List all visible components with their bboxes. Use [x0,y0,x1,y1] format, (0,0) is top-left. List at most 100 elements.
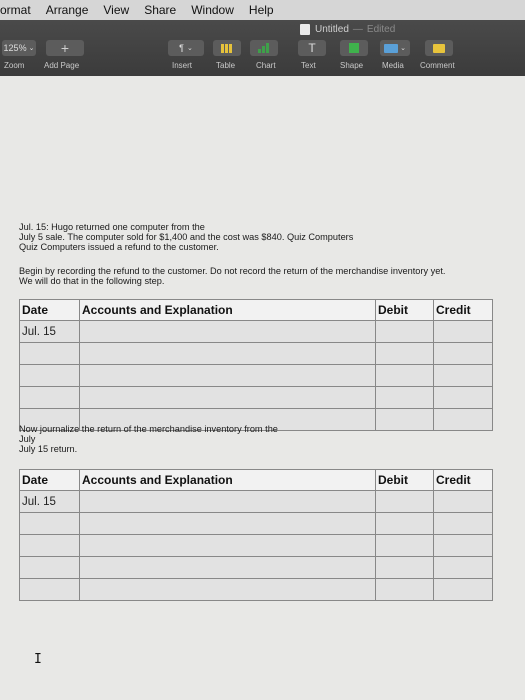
header-credit: Credit [433,299,493,321]
account-cell[interactable] [79,512,376,535]
header-date: Date [19,469,80,491]
instruction-line-1: Begin by recording the refund to the cus… [19,266,446,276]
credit-cell[interactable] [433,408,493,431]
comment-button[interactable] [425,40,453,56]
credit-cell[interactable] [433,512,493,535]
debit-cell[interactable] [375,342,434,365]
menu-view[interactable]: View [103,3,129,17]
debit-cell[interactable] [375,408,434,431]
document-title: Untitled [315,24,349,35]
account-cell[interactable] [79,320,376,343]
debit-cell[interactable] [375,578,434,601]
credit-cell[interactable] [433,364,493,387]
debit-cell[interactable] [375,320,434,343]
chart-icon [258,43,270,53]
chevron-down-icon: ⌄ [186,45,193,52]
date-cell[interactable]: Jul. 15 [19,320,80,343]
debit-cell[interactable] [375,512,434,535]
credit-cell[interactable] [433,490,493,513]
intro-line-1: Jul. 15: Hugo returned one computer from… [19,222,205,232]
menu-format[interactable]: ormat [0,3,31,17]
credit-cell[interactable] [433,534,493,557]
media-icon [384,43,399,53]
credit-cell[interactable] [433,386,493,409]
table-row [19,342,493,365]
text-button[interactable]: T [298,40,326,56]
date-cell[interactable] [19,342,80,365]
shape-button[interactable] [340,40,368,56]
debit-cell[interactable] [375,534,434,557]
text-label: Text [301,61,316,70]
instruction-text: Begin by recording the refund to the cus… [19,266,499,286]
debit-cell[interactable] [375,386,434,409]
journal-table-refund: Date Accounts and Explanation Debit Cred… [19,299,493,431]
header-date: Date [19,299,80,321]
credit-cell[interactable] [433,578,493,601]
header-credit: Credit [433,469,493,491]
app-toolbar: Untitled — Edited 125% ⌄ Zoom + Add Page… [0,20,525,76]
chart-label: Chart [256,61,276,70]
header-debit: Debit [375,299,434,321]
account-cell[interactable] [79,364,376,387]
pilcrow-icon: ¶ [179,43,184,53]
table-row: Jul. 15 [19,320,493,343]
date-cell[interactable] [19,556,80,579]
instruction-line-2: We will do that in the following step. [19,276,165,286]
step-2-instruction: Now journalize the return of the merchan… [19,424,319,454]
step2-line-2: July [19,434,36,444]
title-separator: — [352,24,363,35]
date-cell[interactable] [19,512,80,535]
shape-label: Shape [340,61,364,70]
zoom-value: 125% [3,43,27,53]
window-title: Untitled — Edited [300,24,395,35]
intro-line-3: Quiz Computers issued a refund to the cu… [19,242,219,252]
credit-cell[interactable] [433,342,493,365]
account-cell[interactable] [79,578,376,601]
date-cell[interactable] [19,578,80,601]
comment-icon [433,43,445,53]
document-status: Edited [366,24,396,35]
table-row [19,386,493,409]
table-button[interactable] [213,40,241,56]
table-label: Table [216,61,236,70]
account-cell[interactable] [79,556,376,579]
account-cell[interactable] [79,386,376,409]
menu-share[interactable]: Share [144,3,176,17]
date-cell[interactable]: Jul. 15 [19,490,80,513]
text-icon: T [308,41,316,55]
insert-button[interactable]: ¶ ⌄ [168,40,204,56]
insert-label: Insert [172,61,193,70]
credit-cell[interactable] [433,556,493,579]
zoom-dropdown[interactable]: 125% ⌄ [2,40,36,56]
account-cell[interactable] [79,342,376,365]
date-cell[interactable] [19,534,80,557]
debit-cell[interactable] [375,364,434,387]
text-cursor-icon: I [34,652,42,667]
chevron-down-icon: ⌄ [400,45,406,52]
table-row [19,556,493,579]
menu-window[interactable]: Window [191,3,234,17]
step2-line-3: July 15 return. [19,444,78,454]
zoom-label: Zoom [4,61,25,70]
credit-cell[interactable] [433,320,493,343]
date-cell[interactable] [19,364,80,387]
table-row [19,512,493,535]
debit-cell[interactable] [375,556,434,579]
table-row: Jul. 15 [19,490,493,513]
document-icon [300,24,310,35]
table-row [19,578,493,601]
add-page-button[interactable]: + [46,40,84,56]
date-cell[interactable] [19,386,80,409]
chart-button[interactable] [250,40,278,56]
intro-line-2: July 5 sale. The computer sold for $1,40… [19,232,354,242]
media-label: Media [382,61,404,70]
menu-help[interactable]: Help [249,3,274,17]
media-button[interactable]: ⌄ [380,40,410,56]
debit-cell[interactable] [375,490,434,513]
account-cell[interactable] [79,490,376,513]
account-cell[interactable] [79,534,376,557]
table-row [19,364,493,387]
menu-arrange[interactable]: Arrange [46,3,89,17]
plus-icon: + [60,40,70,56]
step2-line-1: Now journalize the return of the merchan… [19,424,278,434]
